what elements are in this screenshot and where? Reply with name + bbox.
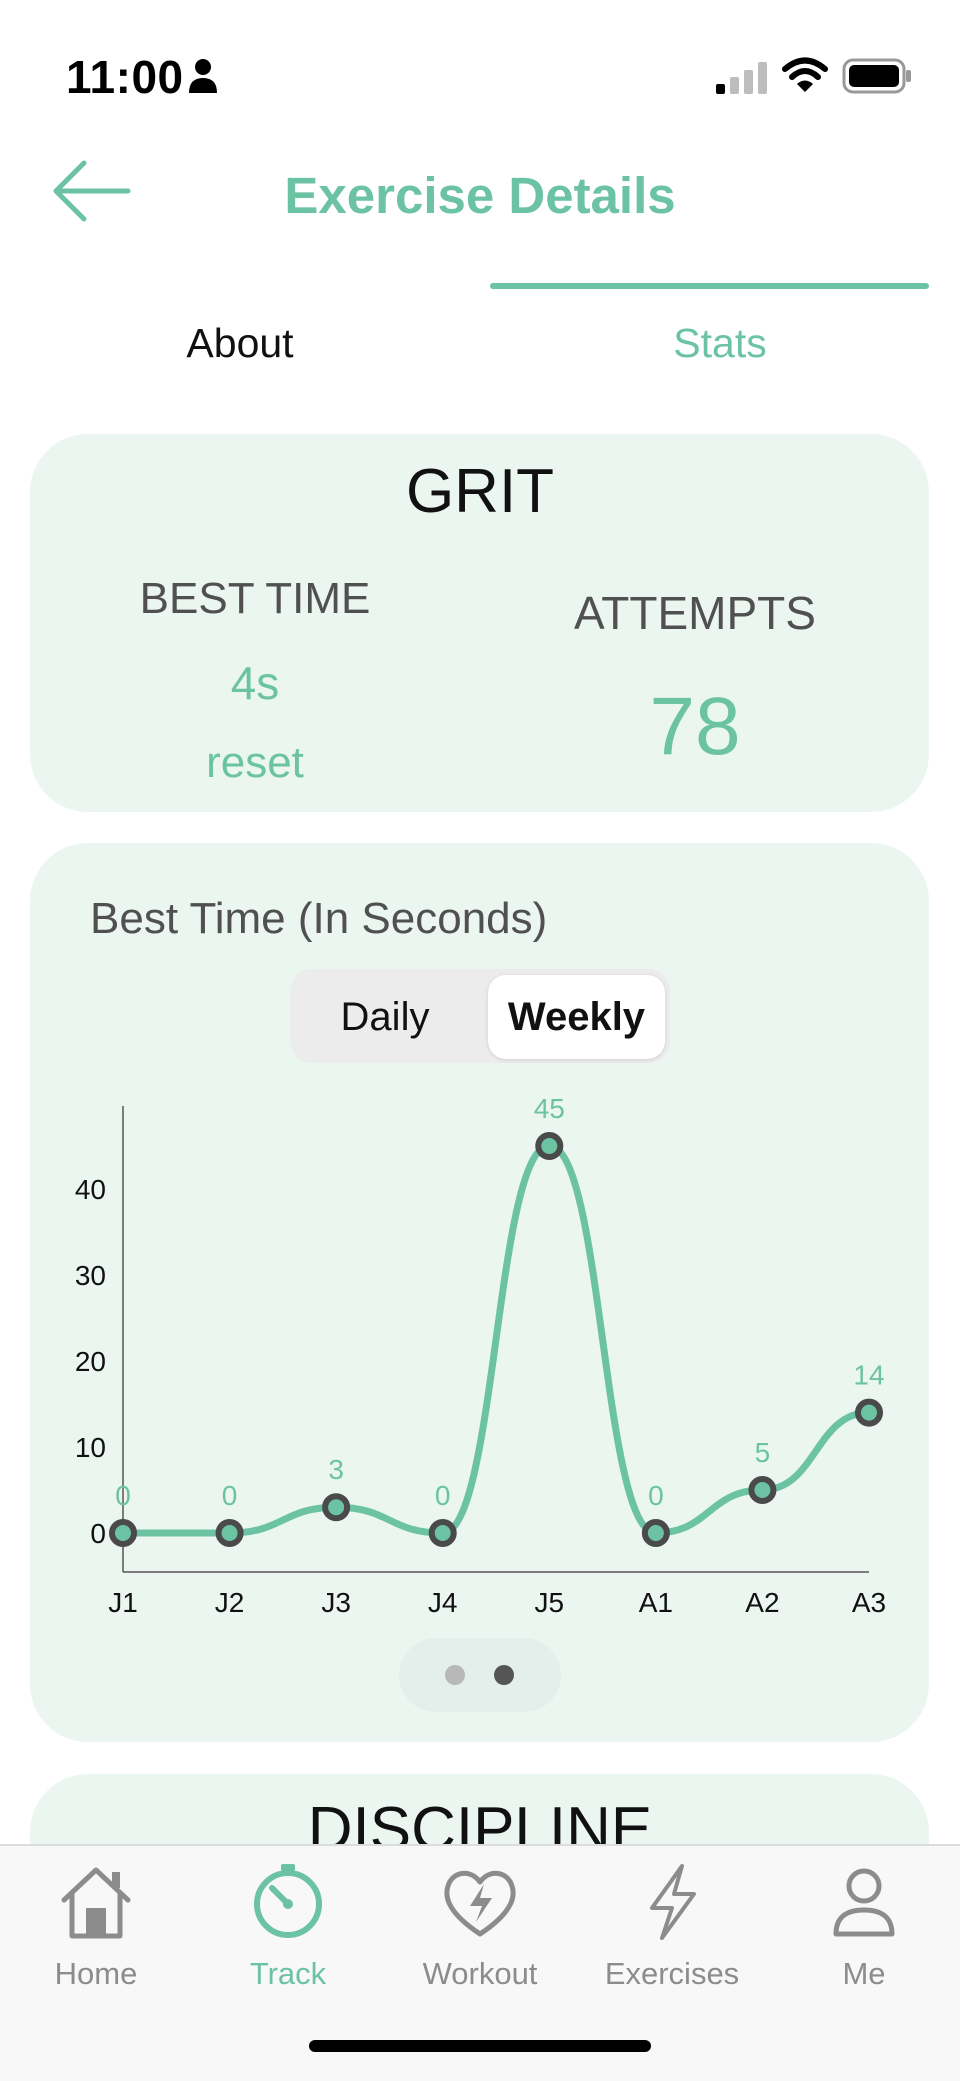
toggle-daily[interactable]: Daily [310, 978, 460, 1056]
bolt-icon [650, 1864, 696, 1940]
nav-track-label: Track [249, 1956, 327, 1991]
nav-home-label: Home [54, 1956, 138, 1991]
attempts-label: ATTEMPTS [574, 587, 816, 639]
home-indicator [309, 2040, 651, 2052]
nav-home[interactable]: Home [0, 1862, 192, 2002]
tab-stats[interactable]: Stats [480, 320, 960, 367]
pager-dot-2[interactable] [494, 1665, 514, 1685]
pager-dot-1[interactable] [445, 1665, 465, 1685]
nav-exercises-label: Exercises [604, 1956, 740, 1991]
wifi-icon [782, 57, 828, 92]
tab-about[interactable]: About [0, 320, 480, 367]
nav-me[interactable]: Me [768, 1862, 960, 2002]
person-status-icon [189, 59, 217, 93]
home-icon [61, 1867, 131, 1939]
nav-me-label: Me [842, 1956, 886, 1991]
chart-pager [399, 1638, 561, 1712]
cellular-signal-icon [716, 62, 767, 94]
reset-button[interactable]: reset [150, 738, 360, 788]
best-time-label: BEST TIME [139, 574, 371, 623]
nav-exercises[interactable]: Exercises [576, 1862, 768, 2002]
stopwatch-icon [254, 1864, 322, 1938]
person-icon [833, 1868, 895, 1937]
best-time-value: 4s [230, 657, 280, 709]
tab-selected-indicator [490, 283, 929, 289]
toggle-weekly[interactable]: Weekly [488, 975, 665, 1059]
nav-track[interactable]: Track [192, 1862, 384, 2002]
attempts-value: 78 [649, 681, 741, 772]
nav-workout-label: Workout [422, 1956, 538, 1991]
status-time: 11:00 [66, 51, 184, 103]
heart-bolt-icon [444, 1870, 516, 1937]
page-title: Exercise Details [284, 167, 676, 224]
nav-workout[interactable]: Workout [384, 1862, 576, 2002]
chart-title: Best Time (In Seconds) [90, 894, 548, 943]
exercise-name: GRIT [405, 457, 555, 526]
battery-icon [842, 58, 911, 94]
